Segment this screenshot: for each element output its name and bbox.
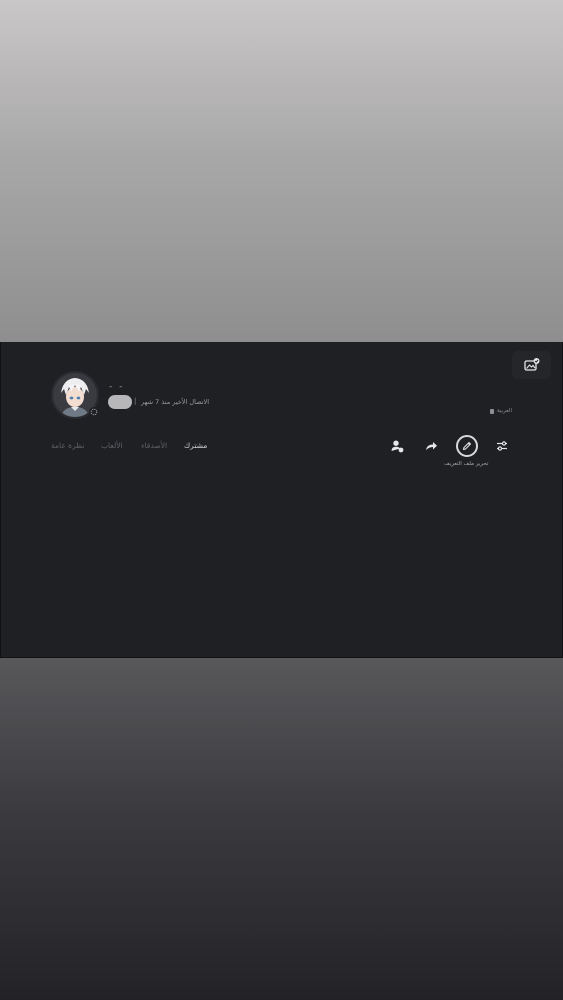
level-badge bbox=[108, 395, 132, 409]
tab-shared[interactable]: مشترك bbox=[184, 439, 207, 452]
separator: | bbox=[134, 397, 137, 405]
share-button[interactable] bbox=[420, 435, 442, 457]
add-friend-button[interactable] bbox=[386, 435, 408, 457]
avatar[interactable] bbox=[51, 371, 99, 419]
share-arrow-icon bbox=[426, 442, 437, 450]
settings-button[interactable] bbox=[491, 435, 513, 457]
profile-panel: - - | الاتصال الأخير منذ 7 شهر العربية م… bbox=[0, 342, 563, 658]
edit-profile-button[interactable] bbox=[456, 435, 478, 457]
region-label: العربية bbox=[489, 408, 512, 414]
tab-games[interactable]: الألعاب bbox=[101, 439, 123, 452]
last-online-text: الاتصال الأخير منذ 7 شهر bbox=[141, 398, 210, 406]
tab-overview[interactable]: نظرة عامة bbox=[51, 439, 85, 452]
edit-profile-label: تحرير ملف التعريف bbox=[444, 461, 489, 467]
banner-edit-button[interactable] bbox=[512, 351, 551, 379]
profile-banner-bottom bbox=[0, 658, 563, 1000]
sliders-icon bbox=[497, 441, 507, 451]
pencil-icon bbox=[462, 441, 472, 451]
add-user-icon bbox=[391, 440, 404, 453]
image-check-icon bbox=[523, 358, 539, 371]
region-text: العربية bbox=[496, 408, 512, 414]
document-icon bbox=[489, 408, 494, 414]
status-indicator bbox=[89, 407, 99, 417]
offline-status-icon bbox=[90, 408, 98, 416]
profile-banner-top bbox=[0, 0, 563, 342]
tab-friends[interactable]: الأصدقاء bbox=[141, 439, 167, 452]
display-name: - - bbox=[109, 382, 125, 392]
